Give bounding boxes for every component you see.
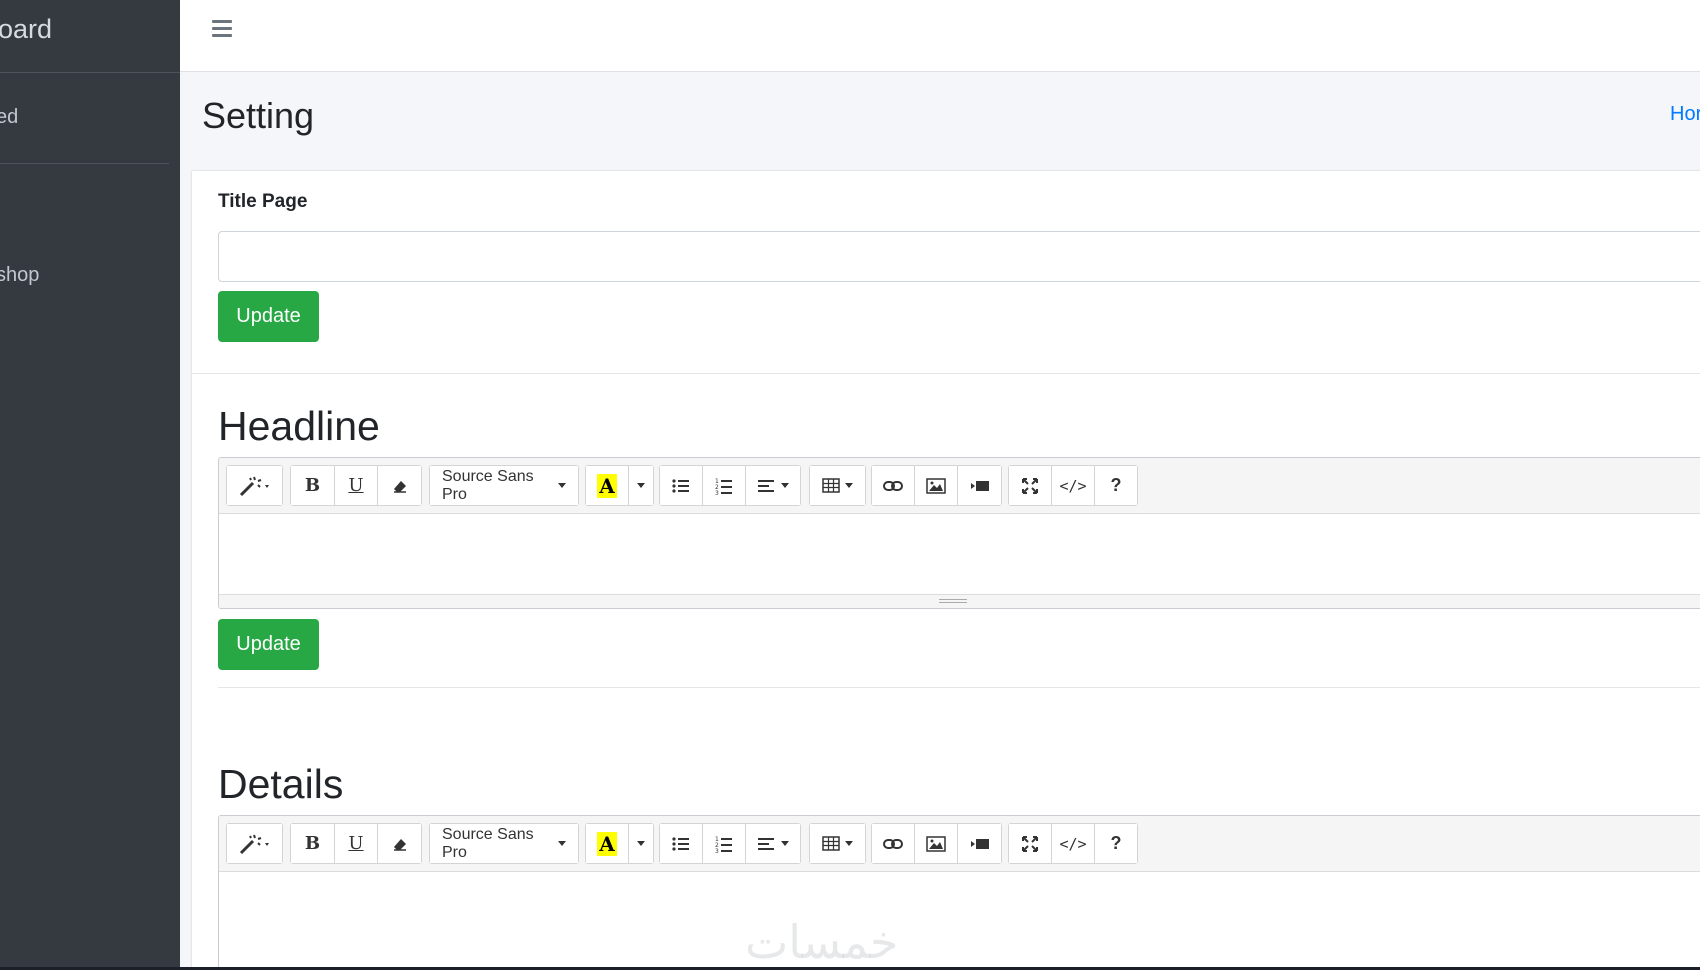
insert-group [871,465,1002,506]
help-icon[interactable]: ? [1095,466,1137,505]
headline-editor: B U Source Sans Pro A 1 2 3 </> ? [218,457,1700,609]
breadcrumb-home-link[interactable]: Hor [1670,103,1700,126]
color-dropdown-icon[interactable] [629,466,653,505]
section-divider [218,687,1700,688]
sidebar-user[interactable]: ed [0,106,18,129]
details-editable-area[interactable] [219,872,1700,952]
font-family-label: Source Sans Pro [442,825,534,861]
svg-text:3: 3 [715,490,719,495]
underline-icon[interactable]: U [335,466,378,505]
content-header: Setting Hor [180,73,1700,169]
update-title-button[interactable]: Update [218,291,319,342]
unordered-list-icon[interactable] [660,466,703,505]
font-group: Source Sans Pro [429,465,579,506]
link-icon[interactable] [872,824,915,863]
style-group [226,465,283,506]
font-group: Source Sans Pro [429,823,579,864]
style-group [226,823,283,864]
bold-icon[interactable]: B [291,466,335,505]
text-color-icon[interactable]: A [586,824,629,863]
headline-heading: Headline [218,403,380,449]
magic-icon[interactable] [227,824,282,863]
eraser-icon[interactable] [378,466,421,505]
fullscreen-icon[interactable] [1009,466,1052,505]
font-family-select[interactable]: Source Sans Pro [430,466,578,505]
unordered-list-icon[interactable] [660,824,703,863]
table-icon[interactable] [810,824,865,863]
settings-card: Title Page Update Headline B U Source Sa… [192,171,1700,967]
title-page-input[interactable] [218,231,1700,282]
insert-group [871,823,1002,864]
title-page-label: Title Page [218,191,308,212]
editor-statusbar [219,594,1700,608]
table-icon[interactable] [810,466,865,505]
align-icon[interactable] [746,824,800,863]
table-group [809,823,866,864]
resize-handle-icon[interactable] [939,599,967,603]
menu-toggle-icon[interactable] [212,17,234,39]
para-group: 123 [659,465,801,506]
editor-toolbar: B U Source Sans Pro A 1 2 3 </> ? [219,458,1700,514]
color-group: A [585,823,654,864]
color-group: A [585,465,654,506]
section-divider [192,373,1700,374]
code-view-icon[interactable]: </> [1052,824,1095,863]
picture-icon[interactable] [915,466,958,505]
details-editor: B U Source Sans Pro A 1 2 3 </> ? [218,815,1700,967]
ordered-list-icon[interactable]: 123 [703,824,746,863]
ordered-list-icon[interactable]: 123 [703,466,746,505]
details-heading: Details [218,761,344,807]
content-wrapper: Setting Hor Title Page Update Headline B… [180,0,1700,967]
view-group: </> ? [1008,823,1138,864]
help-icon[interactable]: ? [1095,824,1137,863]
color-dropdown-icon[interactable] [629,824,653,863]
font-family-label: Source Sans Pro [442,467,534,503]
top-navbar [180,0,1700,72]
sidebar-item-shop[interactable]: shop [0,264,39,287]
view-group: </> ? [1008,465,1138,506]
watermark-logo: خمسات [745,915,899,969]
para-group: 123 [659,823,801,864]
sidebar-divider [0,72,180,73]
underline-icon[interactable]: U [335,824,378,863]
sidebar-divider [0,163,169,164]
video-icon[interactable] [958,466,1001,505]
editor-toolbar: B U Source Sans Pro A 1 2 3 </> ? [219,816,1700,872]
text-color-icon[interactable]: A [586,466,629,505]
sidebar-brand[interactable]: oard [0,14,52,45]
bold-icon[interactable]: B [291,824,335,863]
picture-icon[interactable] [915,824,958,863]
code-view-icon[interactable]: </> [1052,466,1095,505]
format-group: B U [290,465,422,506]
link-icon[interactable] [872,466,915,505]
eraser-icon[interactable] [378,824,421,863]
page-title: Setting [202,95,315,136]
headline-editable-area[interactable] [219,514,1700,594]
format-group: B U [290,823,422,864]
sidebar: oard ed shop [0,0,180,967]
magic-icon[interactable] [227,466,282,505]
svg-text:3: 3 [715,848,719,853]
video-icon[interactable] [958,824,1001,863]
table-group [809,465,866,506]
align-icon[interactable] [746,466,800,505]
font-family-select[interactable]: Source Sans Pro [430,824,578,863]
fullscreen-icon[interactable] [1009,824,1052,863]
update-headline-button[interactable]: Update [218,619,319,670]
